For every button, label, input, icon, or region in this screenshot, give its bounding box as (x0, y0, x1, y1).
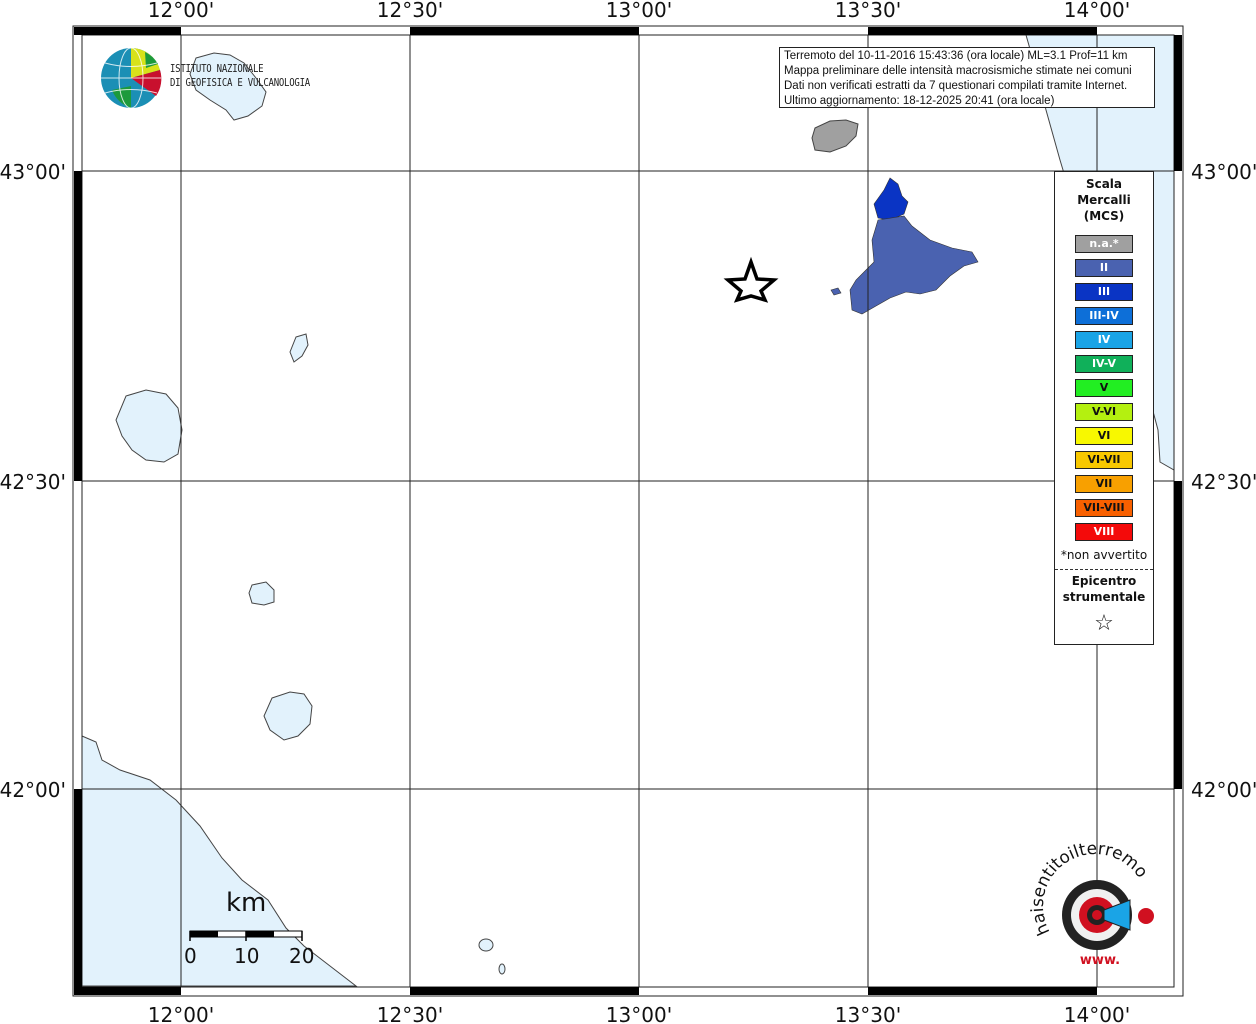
info-line-4: Ultimo aggiornamento: 18-12-2025 20:41 (… (784, 95, 1055, 107)
legend-note: *non avvertito (1060, 548, 1148, 562)
legend-item: II (1075, 259, 1133, 277)
area-intensity-III (873, 177, 909, 221)
legend-epicenter-label: Epicentro strumentale (1055, 573, 1153, 605)
legend-item: III (1075, 283, 1133, 301)
info-line-1: Terremoto del 10-11-2016 15:43:36 (ora l… (784, 50, 1128, 62)
scale-label-0: 0 (184, 944, 197, 968)
area-intensity-II-small (830, 287, 842, 296)
legend-item: IV (1075, 331, 1133, 349)
legend-item: IV-V (1075, 355, 1133, 373)
legend-star-icon: ☆ (1094, 611, 1114, 636)
info-line-3: Dati non verificati estratti da 7 questi… (784, 80, 1128, 92)
legend-title-2: Mercalli (1077, 193, 1131, 207)
legend-item: III-IV (1075, 307, 1133, 325)
institute-line-2: DI GEOFISICA E VULCANOLOGIA (170, 76, 310, 89)
legend-title-1: Scala (1085, 177, 1123, 191)
event-info-box: Terremoto del 10-11-2016 15:43:36 (ora l… (779, 47, 1155, 108)
legend-item: VII (1075, 475, 1133, 493)
island-small-3 (263, 691, 313, 741)
coastline-features (81, 34, 1175, 987)
ingv-globe-logo-icon (101, 47, 162, 109)
graticule (82, 35, 1174, 987)
legend-title: Scala Mercalli (MCS) (1055, 176, 1153, 224)
legend-title-3: (MCS) (1083, 209, 1125, 223)
legend-items: n.a.* II III III-IV IV IV-V V V-VI VI VI-VII VII VI… (1055, 235, 1153, 541)
intensity-areas (830, 177, 979, 315)
island-not-felt (811, 119, 859, 153)
info-line-2: Mappa preliminare delle intensità macros… (784, 65, 1132, 77)
legend-epi-line-1: Epicentro (1071, 574, 1137, 588)
area-intensity-II (849, 215, 979, 315)
institute-line-1: ISTITUTO NAZIONALE (170, 62, 264, 75)
legend-item: V (1075, 379, 1133, 397)
legend-item: V-VI (1075, 403, 1133, 421)
legend-item: VIII (1075, 523, 1133, 541)
scale-label-20: 20 (289, 944, 315, 968)
legend-item: VII-VIII (1075, 499, 1133, 517)
island-tiny-1 (478, 938, 494, 952)
island-small-2 (248, 581, 275, 606)
legend-item: VI-VII (1075, 451, 1133, 469)
island-small-1 (289, 333, 309, 363)
legend-item: n.a.* (1075, 235, 1133, 253)
legend-item: VI (1075, 427, 1133, 445)
epicenter-star-icon (723, 256, 779, 303)
sea-southwest (81, 735, 358, 987)
island-tiny-2 (498, 963, 506, 975)
island-left (115, 389, 183, 463)
legend-epi-line-2: strumentale (1062, 590, 1146, 604)
institute-name: ISTITUTO NAZIONALE DI GEOFISICA E VULCAN… (170, 62, 310, 90)
scale-label-10: 10 (234, 944, 260, 968)
scale-unit: km (226, 888, 267, 918)
legend-divider (1055, 569, 1153, 570)
intensity-legend: Scala Mercalli (MCS) n.a.* II III III-IV IV I… (1054, 171, 1154, 645)
